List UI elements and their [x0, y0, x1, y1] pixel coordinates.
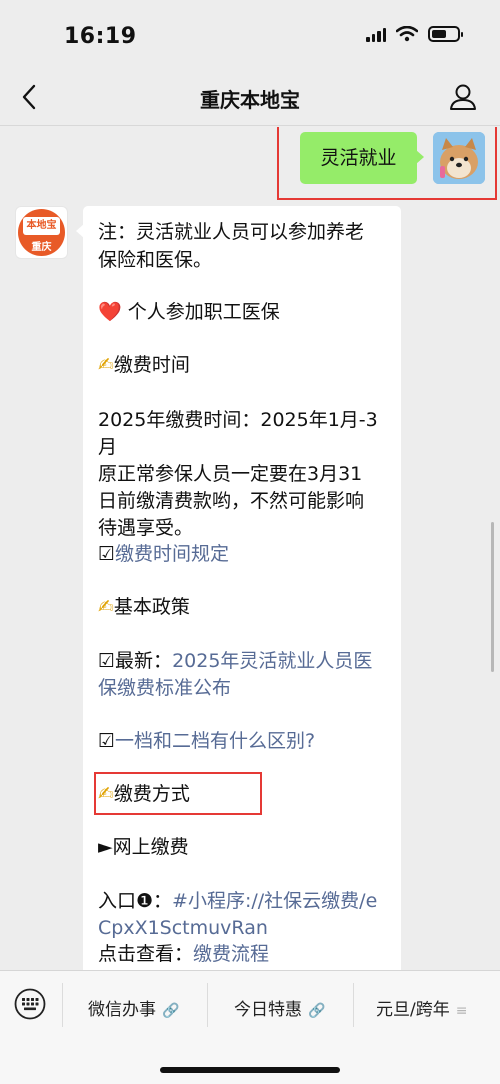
nav-bar: 重庆本地宝	[0, 70, 500, 126]
person-icon[interactable]	[448, 82, 478, 112]
link-icon: 🔗	[162, 1003, 180, 1019]
time-line-5: 待遇享受。	[98, 517, 194, 539]
mini-program-link-cont[interactable]: CpxX1SctmuvRan	[98, 914, 268, 942]
time-rules-link[interactable]: 缴费时间规定	[115, 543, 229, 565]
status-bar: 16:19	[0, 0, 500, 70]
menu-list-icon: ≡	[455, 1003, 468, 1019]
menu-divider	[62, 983, 63, 1027]
scrollbar[interactable]	[491, 522, 494, 672]
writing-hand-icon: ✍	[98, 596, 114, 618]
latest-standard-link[interactable]: 2025年灵活就业人员医	[172, 650, 372, 672]
checkbox-icon: ☑	[98, 543, 116, 565]
note-line-2: 保险和医保。	[98, 249, 213, 271]
latest-row: ☑最新：2025年灵活就业人员医	[98, 650, 373, 672]
logo-icon: 本地宝 重庆	[18, 209, 65, 256]
writing-hand-icon: ✍	[98, 783, 114, 805]
menu-item-wechat-services[interactable]: 微信办事 🔗	[88, 995, 179, 1020]
menu-item-daily-deals[interactable]: 今日特惠 🔗	[234, 995, 325, 1020]
payment-flow-link[interactable]: 缴费流程	[193, 943, 269, 965]
section-basic-policy: ✍基本政策	[98, 596, 190, 618]
wifi-icon	[396, 26, 418, 42]
chat-area[interactable]: 灵活就业 本地宝 重庆 注：灵活就业人员可以参加养老 保险和医保。 ❤️ 个人参…	[0, 127, 500, 970]
status-time: 16:19	[64, 24, 137, 49]
online-payment: ►网上缴费	[98, 836, 189, 858]
mini-program-link[interactable]: #小程序://社保云缴费/e	[172, 890, 377, 912]
difference-row: ☑一档和二档有什么区别?	[98, 727, 315, 755]
keyboard-icon[interactable]	[14, 988, 46, 1020]
sent-message-bubble[interactable]: 灵活就业	[300, 132, 424, 184]
flow-row: 点击查看：缴费流程	[98, 943, 270, 965]
difference-link[interactable]: 一档和二档有什么区别?	[115, 730, 315, 752]
page-title: 重庆本地宝	[200, 88, 300, 112]
writing-hand-icon: ✍	[98, 354, 114, 376]
checkbox-icon: ☑	[98, 650, 116, 672]
note-line-1: 注：灵活就业人员可以参加养老	[98, 221, 365, 243]
home-indicator[interactable]	[160, 1067, 340, 1073]
time-line-2: 月	[98, 436, 118, 458]
section-payment-method: ✍缴费方式	[98, 783, 190, 805]
latest-standard-link-cont[interactable]: 保缴费标准公布	[98, 674, 231, 702]
user-avatar[interactable]	[433, 132, 485, 184]
section-payment-time: ✍缴费时间	[98, 354, 190, 376]
signal-icon	[366, 26, 386, 42]
time-line-3: 原正常参保人员一定要在3月31	[98, 463, 363, 485]
menu-item-new-year[interactable]: 元旦/跨年 ≡	[376, 995, 467, 1020]
time-line-1: 2025年缴费时间：2025年1月-3	[98, 409, 378, 431]
menu-divider	[353, 983, 354, 1027]
section-personal-medical: ❤️ 个人参加职工医保	[98, 301, 280, 323]
entry-row: 入口❶：#小程序://社保云缴费/e	[98, 890, 378, 912]
status-icons	[366, 26, 463, 42]
battery-icon	[428, 26, 463, 42]
link-icon: 🔗	[308, 1003, 326, 1019]
time-rules-row: ☑缴费时间规定	[98, 540, 229, 568]
heart-icon: ❤️	[98, 301, 122, 323]
checkbox-icon: ☑	[98, 730, 116, 752]
bot-avatar[interactable]: 本地宝 重庆	[15, 206, 68, 259]
time-line-4: 日前缴清费款哟，不然可能影响	[98, 490, 365, 512]
dog-avatar-icon	[433, 132, 485, 184]
menu-divider	[207, 983, 208, 1027]
